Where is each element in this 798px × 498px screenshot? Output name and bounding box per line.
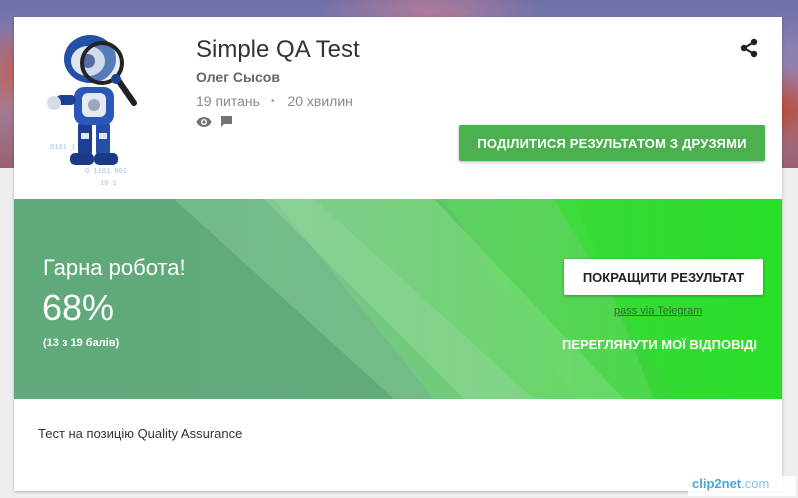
quiz-author[interactable]: Олег Сысов xyxy=(196,69,280,85)
quiz-header: 0101 1 10 0110 1 0 1101 001 10 1 xyxy=(14,17,782,199)
eye-icon xyxy=(196,115,212,133)
quiz-description: Тест на позицію Quality Assurance xyxy=(38,426,243,441)
svg-text:0 1101 001: 0 1101 001 xyxy=(85,168,127,176)
quiz-card: 0101 1 10 0110 1 0 1101 001 10 1 xyxy=(14,17,782,491)
share-with-friends-button[interactable]: ПОДІЛИТИСЯ РЕЗУЛЬТАТОМ З ДРУЗЯМИ xyxy=(459,125,765,161)
quiz-meta: 19 питань • 20 хвилин xyxy=(196,93,353,109)
review-answers-link[interactable]: ПЕРЕГЛЯНУТИ МОЇ ВІДПОВІДІ xyxy=(562,337,757,352)
quiz-duration: 20 хвилин xyxy=(287,93,353,109)
svg-text:0101 1: 0101 1 xyxy=(50,144,75,152)
share-icon[interactable] xyxy=(738,37,760,59)
result-percent: 68% xyxy=(42,287,115,328)
result-score: (13 з 19 балів) xyxy=(43,337,120,349)
improve-result-button[interactable]: ПОКРАЩИТИ РЕЗУЛЬТАТ xyxy=(564,259,763,295)
pass-via-telegram-link[interactable]: pass via Telegram xyxy=(614,305,702,317)
svg-text:10 1: 10 1 xyxy=(100,180,117,188)
comment-icon[interactable] xyxy=(220,115,233,133)
robot-illustration: 0101 1 10 0110 1 0 1101 001 10 1 xyxy=(30,29,190,189)
watermark-main: clip2net xyxy=(692,476,742,491)
quiz-stat-icons xyxy=(196,115,241,133)
result-praise: Гарна робота! xyxy=(43,255,186,280)
question-count: 19 питань xyxy=(196,93,260,109)
result-background xyxy=(14,199,782,399)
meta-separator: • xyxy=(270,95,275,107)
watermark-tail: .com xyxy=(741,476,770,491)
quiz-title: Simple QA Test xyxy=(196,36,360,63)
result-panel: Гарна робота! 68% (13 з 19 балів) ПОКРАЩ… xyxy=(14,199,782,399)
clip2net-watermark: clip2net.com xyxy=(688,476,796,496)
